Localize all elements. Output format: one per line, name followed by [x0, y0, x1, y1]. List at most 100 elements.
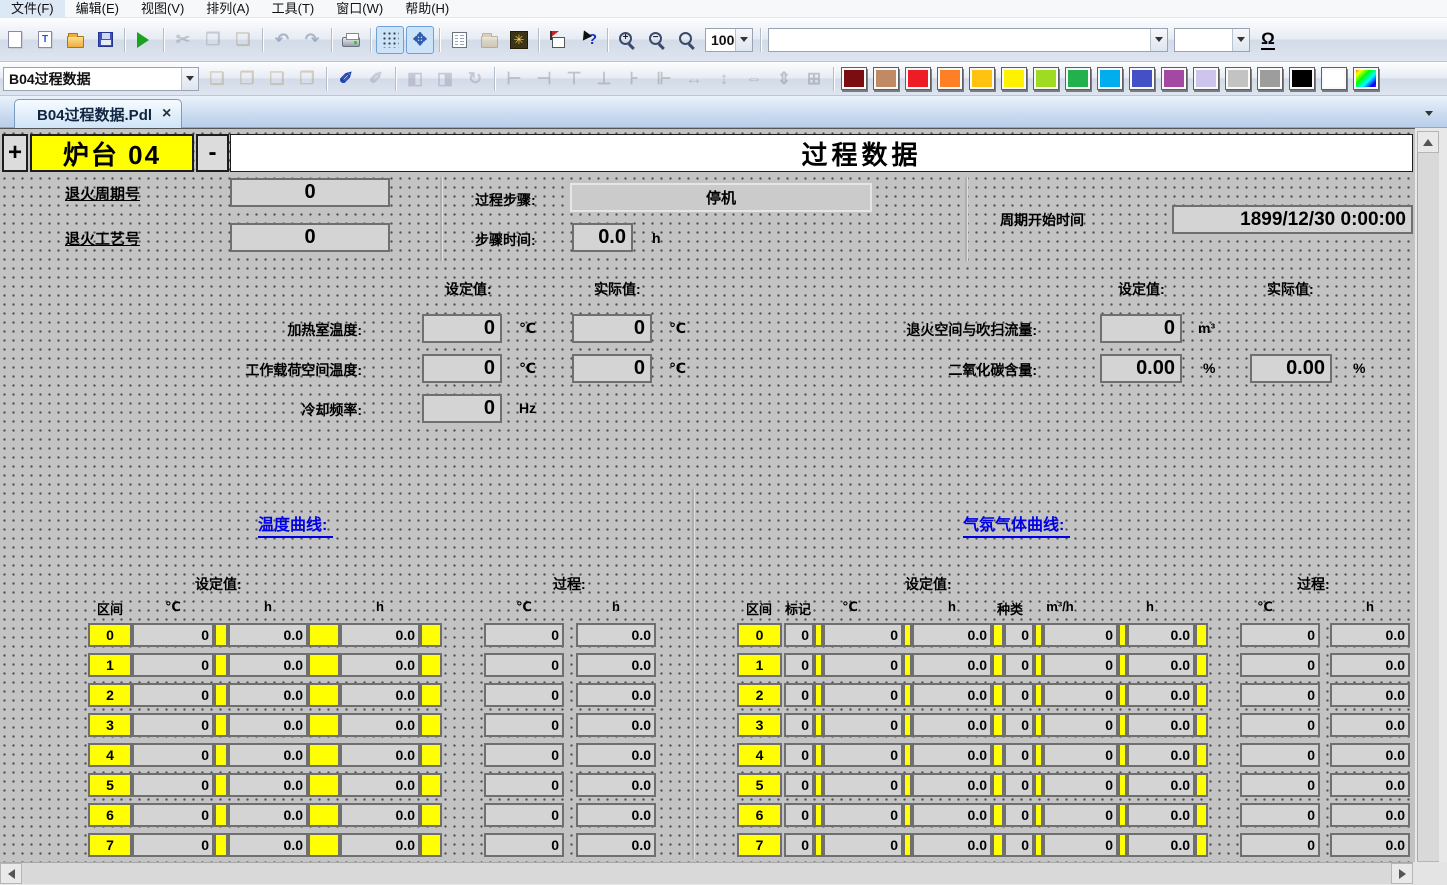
gas-row7-set_h[interactable]: 0.0	[912, 833, 992, 857]
gas-row4-idx[interactable]: 4	[737, 743, 782, 767]
gas-row5-proc_h[interactable]: 0.0	[1330, 773, 1410, 797]
color-swatch-4[interactable]	[969, 67, 995, 90]
temp-row4-proc_h[interactable]: 0.0	[576, 743, 656, 767]
temperature-curve-link[interactable]: 温度曲线:	[258, 511, 333, 538]
temp-row7-idx[interactable]: 7	[88, 833, 132, 857]
temp-row0-proc_h[interactable]: 0.0	[576, 623, 656, 647]
gas-row7-proc_c[interactable]: 0	[1240, 833, 1320, 857]
heating-chamber-temp-set-field[interactable]: 0	[422, 314, 502, 343]
temp-row6-set_h1[interactable]: 0.0	[228, 803, 308, 827]
gas-row1-set_c[interactable]: 0	[823, 653, 903, 677]
temp-row3-set_h2[interactable]: 0.0	[340, 713, 420, 737]
gas-row6-mark[interactable]: 0	[784, 803, 814, 827]
distribute-horizontal-button[interactable]: ↔	[680, 65, 708, 93]
purge-flow-set-field[interactable]: 0	[1100, 314, 1182, 343]
gas-row7-flow_h[interactable]: 0.0	[1127, 833, 1195, 857]
screen-selector-combo[interactable]: B04过程数据	[3, 67, 199, 91]
gas-row3-mark[interactable]: 0	[784, 713, 814, 737]
zoom-area-button[interactable]	[673, 26, 701, 54]
cycle-start-field[interactable]: 1899/12/30 0:00:00	[1172, 205, 1413, 234]
tab-list-dropdown-icon[interactable]	[1417, 104, 1441, 122]
tab-order-button[interactable]: ✐	[332, 65, 360, 93]
gas-row2-kind[interactable]: 0	[1004, 683, 1034, 707]
gas-row1-flow_h[interactable]: 0.0	[1127, 653, 1195, 677]
special-characters-button[interactable]: Ω	[1254, 26, 1282, 54]
gas-row6-proc_c[interactable]: 0	[1240, 803, 1320, 827]
color-swatch-11[interactable]	[1193, 67, 1219, 90]
temp-row2-proc_h[interactable]: 0.0	[576, 683, 656, 707]
temp-row1-set_c[interactable]: 0	[132, 653, 214, 677]
vertical-scrollbar[interactable]	[1417, 131, 1439, 882]
tab-b04-process-data[interactable]: B04过程数据.Pdl ×	[14, 99, 182, 128]
gas-row6-flow_h[interactable]: 0.0	[1127, 803, 1195, 827]
gas-row2-proc_c[interactable]: 0	[1240, 683, 1320, 707]
gas-row5-flow_h[interactable]: 0.0	[1127, 773, 1195, 797]
temp-row0-set_h1[interactable]: 0.0	[228, 623, 308, 647]
gas-row0-mark[interactable]: 0	[784, 623, 814, 647]
center-vertical-button[interactable]: ⊦	[620, 65, 648, 93]
color-swatch-13[interactable]	[1257, 67, 1283, 90]
color-swatch-0[interactable]	[841, 67, 867, 90]
temp-row4-idx[interactable]: 4	[88, 743, 132, 767]
gas-row0-flow_h[interactable]: 0.0	[1127, 623, 1195, 647]
gas-row5-set_c[interactable]: 0	[823, 773, 903, 797]
gas-row5-kind[interactable]: 0	[1004, 773, 1034, 797]
cut-button[interactable]: ✂	[169, 26, 197, 54]
copy-button[interactable]: ❐	[199, 26, 227, 54]
gas-row2-proc_h[interactable]: 0.0	[1330, 683, 1410, 707]
gas-row5-idx[interactable]: 5	[737, 773, 782, 797]
menu-item-1[interactable]: 编辑(E)	[65, 0, 130, 18]
gas-row4-proc_h[interactable]: 0.0	[1330, 743, 1410, 767]
gas-row2-flow_h[interactable]: 0.0	[1127, 683, 1195, 707]
temp-row6-proc_c[interactable]: 0	[484, 803, 564, 827]
gas-row5-set_h[interactable]: 0.0	[912, 773, 992, 797]
gas-row3-set_c[interactable]: 0	[823, 713, 903, 737]
menu-item-5[interactable]: 窗口(W)	[325, 0, 394, 18]
furnace-plus-button[interactable]: +	[2, 134, 28, 172]
bring-forward-button[interactable]: ❑	[263, 65, 291, 93]
temp-row4-set_h1[interactable]: 0.0	[228, 743, 308, 767]
menu-item-3[interactable]: 排列(A)	[195, 0, 260, 18]
gas-row2-mark[interactable]: 0	[784, 683, 814, 707]
color-picker-swatch[interactable]	[1353, 67, 1379, 90]
chevron-down-icon[interactable]	[1150, 29, 1167, 51]
gas-row0-kind[interactable]: 0	[1004, 623, 1034, 647]
gas-row0-proc_h[interactable]: 0.0	[1330, 623, 1410, 647]
menu-item-6[interactable]: 帮助(H)	[394, 0, 460, 18]
temp-row5-set_h1[interactable]: 0.0	[228, 773, 308, 797]
gas-row6-idx[interactable]: 6	[737, 803, 782, 827]
new-file-button[interactable]	[1, 26, 29, 54]
gas-row4-set_h[interactable]: 0.0	[912, 743, 992, 767]
gas-row7-flow[interactable]: 0	[1043, 833, 1118, 857]
scroll-left-icon[interactable]	[0, 863, 22, 884]
temp-row4-proc_c[interactable]: 0	[484, 743, 564, 767]
gas-row2-idx[interactable]: 2	[737, 683, 782, 707]
temp-row2-set_h1[interactable]: 0.0	[228, 683, 308, 707]
gas-row7-proc_h[interactable]: 0.0	[1330, 833, 1410, 857]
snap-toggle-button[interactable]: ✥	[406, 26, 434, 54]
scroll-right-icon[interactable]	[1391, 863, 1413, 884]
same-size-button[interactable]: ⊞	[800, 65, 828, 93]
gas-row3-flow_h[interactable]: 0.0	[1127, 713, 1195, 737]
menu-item-2[interactable]: 视图(V)	[130, 0, 195, 18]
temp-row7-proc_h[interactable]: 0.0	[576, 833, 656, 857]
temp-row7-set_h2[interactable]: 0.0	[340, 833, 420, 857]
gas-row6-flow[interactable]: 0	[1043, 803, 1118, 827]
temp-row1-idx[interactable]: 1	[88, 653, 132, 677]
temp-row3-set_c[interactable]: 0	[132, 713, 214, 737]
flip-vertical-button[interactable]: ◨	[431, 65, 459, 93]
align-bottom-button[interactable]: ⊥	[590, 65, 618, 93]
temp-row6-set_c[interactable]: 0	[132, 803, 214, 827]
zoom-level-combo[interactable]: 100	[705, 28, 753, 52]
temp-row7-set_h1[interactable]: 0.0	[228, 833, 308, 857]
gas-row7-kind[interactable]: 0	[1004, 833, 1034, 857]
gas-row3-set_h[interactable]: 0.0	[912, 713, 992, 737]
temp-row1-proc_c[interactable]: 0	[484, 653, 564, 677]
print-button[interactable]	[337, 26, 365, 54]
zoom-in-button[interactable]: +	[613, 26, 641, 54]
temp-row3-proc_h[interactable]: 0.0	[576, 713, 656, 737]
color-swatch-12[interactable]	[1225, 67, 1251, 90]
color-swatch-10[interactable]	[1161, 67, 1187, 90]
gas-row6-kind[interactable]: 0	[1004, 803, 1034, 827]
temp-row1-set_h1[interactable]: 0.0	[228, 653, 308, 677]
